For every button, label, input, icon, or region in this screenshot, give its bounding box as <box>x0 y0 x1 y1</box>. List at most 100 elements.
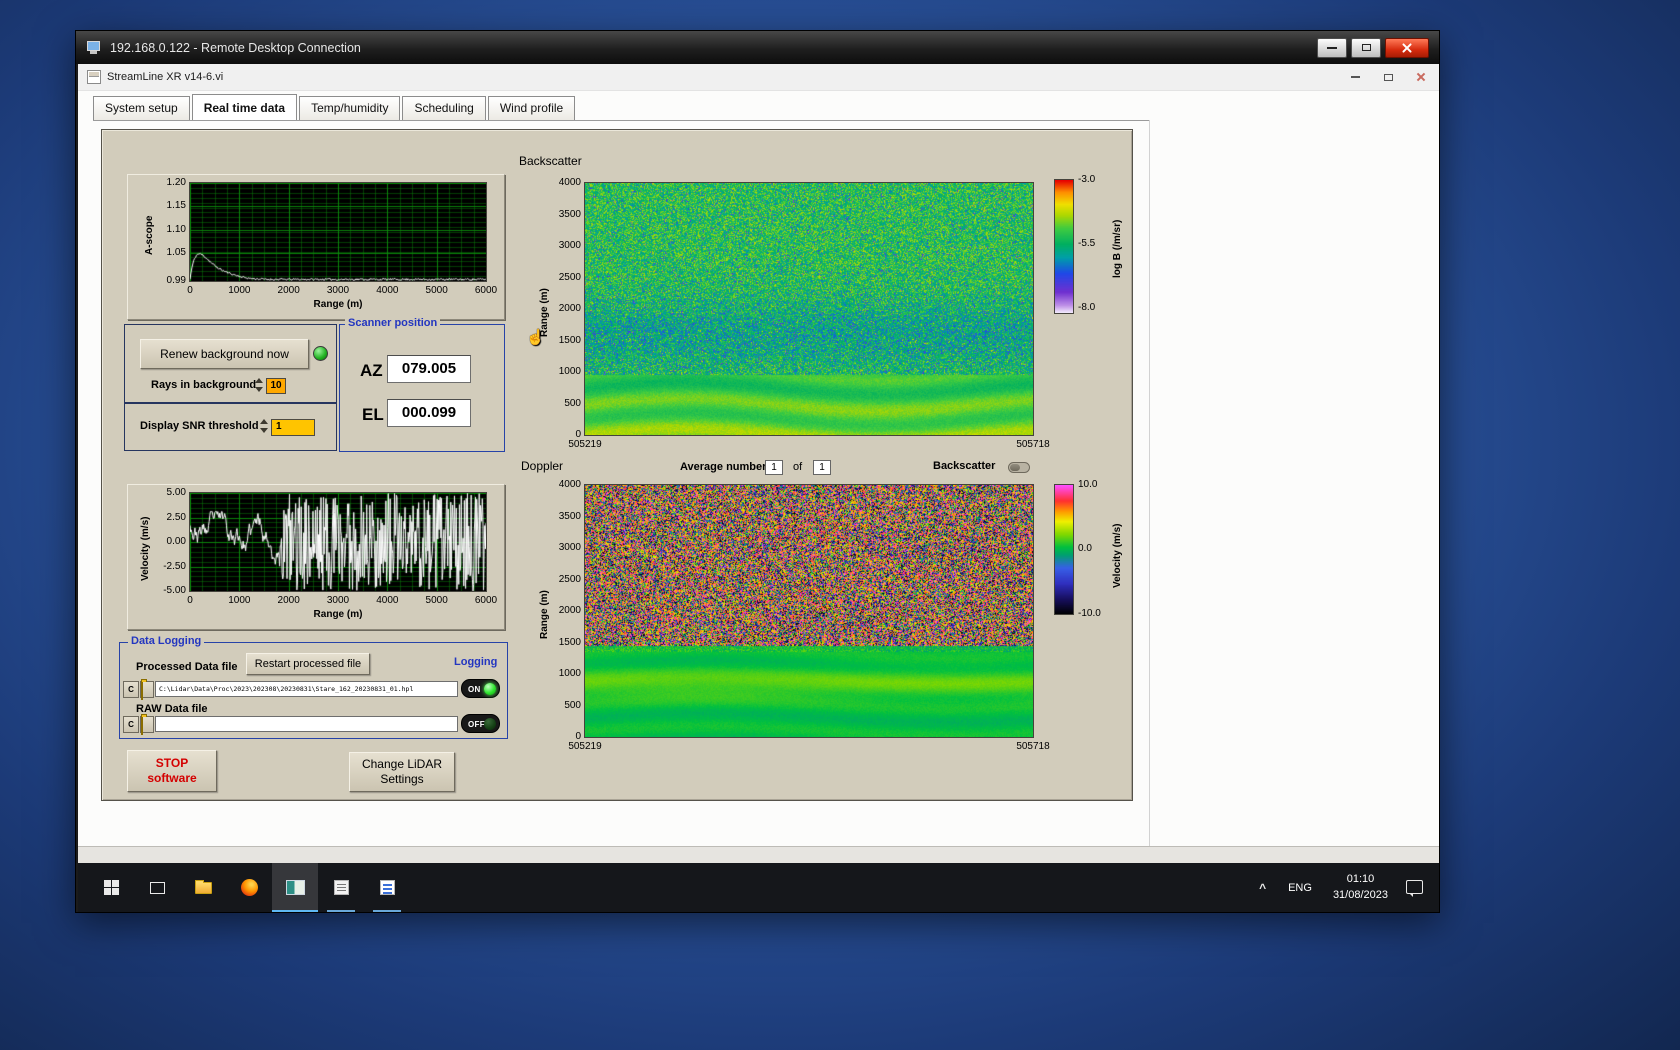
processed-data-file-label: Processed Data file <box>136 661 238 673</box>
axis-tick-label: 2500 <box>558 271 581 283</box>
axis-tick-label: 1000 <box>558 366 581 377</box>
rays-in-background-label: Rays in background <box>151 379 257 391</box>
tab-wind-profile[interactable]: Wind profile <box>487 96 576 120</box>
processed-browse-button[interactable] <box>140 681 154 700</box>
axis-tick-label: 5000 <box>425 595 448 606</box>
velocity-line-plot <box>190 493 486 591</box>
raw-logging-toggle[interactable]: OFF <box>461 714 500 733</box>
tab-temp-humidity[interactable]: Temp/humidity <box>299 96 401 120</box>
raw-browse-button[interactable] <box>140 716 154 735</box>
tab-system-setup[interactable]: System setup <box>93 96 190 120</box>
close-icon <box>1401 42 1413 54</box>
rdp-maximize-button[interactable] <box>1351 37 1381 58</box>
tab-real-time-data[interactable]: Real time data <box>191 94 298 120</box>
taskbar-date: 31/08/2023 <box>1332 888 1388 901</box>
rdp-minimize-button[interactable] <box>1317 37 1347 58</box>
streamline-app-button[interactable] <box>272 863 318 912</box>
processed-path-type-button[interactable]: C <box>123 681 139 698</box>
rdp-computer-icon <box>86 40 102 55</box>
doppler-y-axis-label: Range (m) <box>539 590 550 639</box>
rdp-close-button[interactable] <box>1385 37 1429 58</box>
axis-tick-label: -10.0 <box>1078 608 1101 619</box>
data-logging-title: Data Logging <box>128 635 205 647</box>
doppler-heatmap-plot <box>585 485 1033 737</box>
axis-tick-label: 505718 <box>1016 439 1050 450</box>
ascope-x-axis-label: Range (m) <box>313 299 363 310</box>
tray-expand-chevron-icon[interactable]: ^ <box>1248 881 1277 895</box>
backscatter-doppler-toggle[interactable] <box>1008 462 1030 473</box>
snr-threshold-group: Display SNR threshold 1 <box>124 403 337 451</box>
axis-tick-label: 5.00 <box>166 487 186 498</box>
task-view-button[interactable] <box>134 863 180 912</box>
snr-value-field[interactable]: 1 <box>271 419 315 436</box>
axis-tick-label: 4000 <box>376 595 399 606</box>
backscatter-section-title: Backscatter <box>519 154 582 168</box>
doppler-section-title: Doppler <box>521 459 564 473</box>
logging-on-led <box>484 683 496 695</box>
language-indicator[interactable]: ENG <box>1277 882 1323 894</box>
panel-right-edge <box>1149 120 1150 846</box>
action-center-icon[interactable] <box>1406 879 1423 897</box>
renew-background-led <box>313 346 328 361</box>
app-close-button[interactable] <box>1406 68 1436 87</box>
taskbar-clock[interactable]: 01:10 31/08/2023 <box>1323 872 1398 903</box>
close-icon <box>1416 72 1426 82</box>
average-number-label: Average number <box>680 461 767 473</box>
raw-path-type-button[interactable]: C <box>123 716 139 733</box>
scan-scheduler-button[interactable] <box>318 863 364 912</box>
scanner-position-title: Scanner position <box>345 317 441 329</box>
labview-front-panel: Backscatter Doppler A-scope 1.20 1.15 1.10… <box>101 129 1133 801</box>
change-line2: Settings <box>380 772 424 786</box>
restart-processed-file-button[interactable]: Restart processed file <box>246 653 370 675</box>
axis-tick-label: 0 <box>575 429 581 440</box>
minimize-icon <box>1350 76 1360 78</box>
average-number-field[interactable]: 1 <box>765 460 783 475</box>
app-minimize-button[interactable] <box>1340 68 1370 87</box>
average-total-field[interactable]: 1 <box>813 460 831 475</box>
change-line1: Change LiDAR <box>361 757 443 771</box>
file-explorer-icon <box>194 879 212 894</box>
mouse-cursor: ☝ <box>526 329 545 346</box>
axis-tick-label: 505219 <box>568 741 602 752</box>
app-titlebar[interactable]: StreamLine XR v14-6.vi <box>78 64 1439 91</box>
renew-background-button[interactable]: Renew background now <box>140 339 309 369</box>
ascope-y-axis-label: A-scope <box>144 215 155 255</box>
axis-tick-label: -3.0 <box>1078 174 1096 185</box>
file-explorer-button[interactable] <box>180 863 226 912</box>
tab-bar: System setup Real time data Temp/humidity S… <box>93 94 577 120</box>
backscatter-toggle-label: Backscatter <box>933 460 996 472</box>
axis-tick-label: 500 <box>564 397 581 409</box>
raw-path-field[interactable] <box>155 716 458 732</box>
velocity-graph-frame: Velocity (m/s) 5.00 2.50 0.00 -2.50 -5.00 0 10… <box>127 484 505 630</box>
elevation-value: 000.099 <box>387 399 471 427</box>
ascope-graph-frame: A-scope 1.20 1.15 1.10 1.05 0.99 0 1000 2000 300… <box>127 174 505 320</box>
velocity-x-axis-label: Range (m) <box>313 609 363 620</box>
snr-spinner[interactable] <box>260 418 269 434</box>
desktop-background: 192.168.0.122 - Remote Desktop Connectio… <box>0 0 1680 1050</box>
processed-logging-toggle[interactable]: ON <box>461 679 500 698</box>
axis-tick-label: 6000 <box>474 285 498 296</box>
rdp-titlebar[interactable]: 192.168.0.122 - Remote Desktop Connectio… <box>76 31 1439 64</box>
axis-tick-label: 5000 <box>425 285 448 296</box>
toggle-off-label: OFF <box>468 720 485 729</box>
horizontal-scrollbar[interactable] <box>78 846 1439 863</box>
maximize-icon <box>1361 44 1371 51</box>
rays-value-field[interactable]: 10 <box>266 378 286 394</box>
rays-spinner[interactable] <box>255 377 264 393</box>
axis-tick-label: 505718 <box>1016 741 1050 752</box>
firefox-button[interactable] <box>226 863 272 912</box>
snr-threshold-label: Display SNR threshold <box>140 420 259 432</box>
axis-tick-label: 2000 <box>277 285 300 296</box>
average-of-label: of <box>793 461 803 473</box>
start-button[interactable] <box>88 863 134 912</box>
background-controls-group: Renew background now Rays in background … <box>124 324 337 403</box>
change-lidar-settings-button[interactable]: Change LiDAR Settings <box>349 752 455 792</box>
notes-app-button[interactable] <box>364 863 410 912</box>
toggle-knob <box>1010 464 1020 471</box>
tab-scheduling[interactable]: Scheduling <box>402 96 486 120</box>
azimuth-value: 079.005 <box>387 355 471 383</box>
logging-label: Logging <box>454 656 498 668</box>
app-restore-button[interactable] <box>1373 68 1403 87</box>
processed-path-field[interactable]: C:\Lidar\Data\Proc\2023\202308\20230831\… <box>155 681 458 697</box>
stop-software-button[interactable]: STOP software <box>127 750 217 792</box>
